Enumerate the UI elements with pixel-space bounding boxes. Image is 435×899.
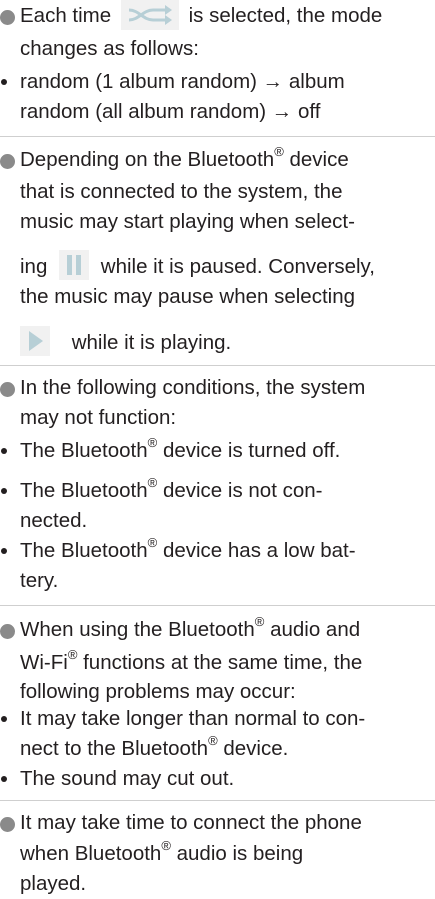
circle-bullet xyxy=(0,624,15,639)
list-bullet xyxy=(1,488,7,494)
list-item: random (1 album random) → album xyxy=(20,70,345,93)
list-item: The Bluetooth® device is turned off. xyxy=(20,435,341,462)
list-bullet xyxy=(1,716,7,722)
divider xyxy=(0,605,435,606)
text-line: It may take time to connect the phone xyxy=(20,811,362,834)
divider xyxy=(0,365,435,366)
text-line: Depending on the Bluetooth® device xyxy=(20,144,349,171)
list-bullet xyxy=(1,776,7,782)
text-line: Each time is selected, the mode xyxy=(20,0,382,32)
text-line: played. xyxy=(20,872,87,895)
circle-bullet xyxy=(0,382,15,397)
text-line: When using the Bluetooth® audio and xyxy=(20,614,361,641)
list-item: nected. xyxy=(20,509,88,532)
list-bullet xyxy=(1,548,7,554)
list-item: The sound may cut out. xyxy=(20,767,235,790)
circle-bullet xyxy=(0,10,15,25)
list-bullet xyxy=(1,448,7,454)
list-bullet xyxy=(1,79,7,85)
text-line: may not function: xyxy=(20,406,177,429)
list-item: random (all album random) → off xyxy=(20,100,321,123)
divider xyxy=(0,136,435,137)
circle-bullet xyxy=(0,154,15,169)
text-line: music may start playing when select- xyxy=(20,210,355,233)
list-item: nect to the Bluetooth® device. xyxy=(20,733,289,760)
shuffle-icon xyxy=(120,0,179,30)
text-line: In the following conditions, the system xyxy=(20,376,366,399)
list-item: tery. xyxy=(20,569,59,592)
play-icon xyxy=(20,325,50,356)
text-line: while it is playing. xyxy=(20,325,231,359)
list-item: It may take longer than normal to con- xyxy=(20,707,366,730)
text-line: changes as follows: xyxy=(20,37,199,60)
text-line: the music may pause when selecting xyxy=(20,285,356,308)
list-item: The Bluetooth® device has a low bat- xyxy=(20,535,356,562)
list-item: The Bluetooth® device is not con- xyxy=(20,475,323,502)
text-line: ing while it is paused. Conversely, xyxy=(20,249,375,283)
text-line: when Bluetooth® audio is being xyxy=(20,838,304,865)
divider xyxy=(0,800,435,801)
pause-icon xyxy=(59,249,90,280)
circle-bullet xyxy=(0,817,15,832)
text-line: Wi-Fi® functions at the same time, the xyxy=(20,647,363,674)
text-line: that is connected to the system, the xyxy=(20,180,343,203)
